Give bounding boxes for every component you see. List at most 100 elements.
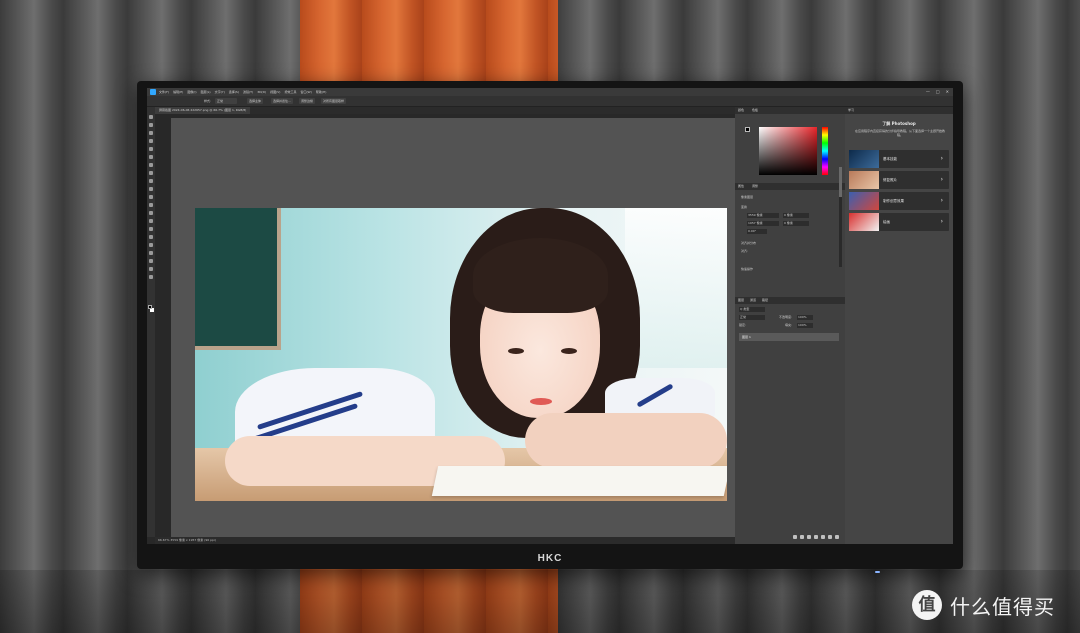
angle-field[interactable]: 0.00° bbox=[747, 229, 767, 234]
dodge-tool-icon[interactable] bbox=[149, 219, 153, 223]
options-bar: 样式: 正常 选择主体 选择并遮住... 调整边缘 对所有图层取样 bbox=[147, 96, 953, 107]
menu-edit[interactable]: 编辑(E) bbox=[173, 88, 183, 96]
refine-edge-button[interactable]: 调整边缘 bbox=[299, 98, 316, 104]
learn-card-creative-effects[interactable]: 制作创意效果 › bbox=[849, 192, 949, 210]
menu-image[interactable]: 图像(I) bbox=[187, 88, 196, 96]
adjustment-icon[interactable] bbox=[814, 535, 818, 539]
eraser-tool-icon[interactable] bbox=[149, 195, 153, 199]
brush-tool-icon[interactable] bbox=[149, 171, 153, 175]
window-light bbox=[625, 208, 727, 368]
menu-filter[interactable]: 滤镜(T) bbox=[243, 88, 253, 96]
color-panel-fg-swatch[interactable] bbox=[745, 127, 750, 132]
pen-tool-icon[interactable] bbox=[149, 227, 153, 231]
menu-select[interactable]: 选择(S) bbox=[229, 88, 239, 96]
tab-layers[interactable]: 图层 bbox=[735, 297, 747, 304]
learn-card-label: 基本技能 bbox=[883, 157, 897, 161]
learn-card-basics[interactable]: 基本技能 › bbox=[849, 150, 949, 168]
crop-tool-icon[interactable] bbox=[149, 147, 153, 151]
document-photo[interactable] bbox=[195, 208, 727, 501]
fill-label: 填充: bbox=[785, 323, 793, 327]
tab-swatches[interactable]: 色板 bbox=[749, 107, 761, 114]
monitor-screen: 文件(F) 编辑(E) 图像(I) 图层(L) 文字(Y) 选择(S) 滤镜(T… bbox=[147, 88, 953, 544]
maximize-icon[interactable]: □ bbox=[936, 88, 940, 96]
hand-tool-icon[interactable] bbox=[149, 259, 153, 263]
opacity-label: 不透明度: bbox=[779, 315, 793, 319]
menu-view[interactable]: 视图(V) bbox=[270, 88, 280, 96]
learn-card-thumbnail bbox=[849, 192, 879, 210]
learn-card-label: 绘画 bbox=[883, 220, 890, 224]
x-field[interactable]: 0 像素 bbox=[783, 213, 809, 218]
width-field[interactable]: 3559 像素 bbox=[747, 213, 779, 218]
learn-card-fix-photos[interactable]: 修复照片 › bbox=[849, 171, 949, 189]
color-picker-field[interactable] bbox=[759, 127, 817, 175]
layer-kind-filter[interactable]: Q 类型 bbox=[739, 307, 765, 312]
transform-label: 变换 bbox=[741, 205, 748, 209]
group-icon[interactable] bbox=[821, 535, 825, 539]
tab-paths[interactable]: 路径 bbox=[759, 297, 771, 304]
menu-help[interactable]: 帮助(H) bbox=[316, 88, 327, 96]
learn-card-label: 制作创意效果 bbox=[883, 199, 904, 203]
zoom-tool-icon[interactable] bbox=[149, 267, 153, 271]
learn-panel-header: 学习 bbox=[845, 107, 953, 114]
menu-3d[interactable]: 3D(D) bbox=[257, 88, 266, 96]
chevron-right-icon: › bbox=[940, 155, 943, 162]
fx-icon[interactable] bbox=[800, 535, 804, 539]
fill-field[interactable]: 100% bbox=[797, 323, 813, 328]
watermark: 值 什么值得买 bbox=[912, 590, 1055, 620]
style-label: 样式: bbox=[204, 99, 212, 103]
edit-toolbar-icon[interactable] bbox=[149, 275, 153, 279]
document-tab[interactable]: 屏幕截图 2024-06-06 222657.png @ 66.7% (图层 1… bbox=[155, 107, 251, 114]
layer-row[interactable]: 图层 1 bbox=[739, 333, 839, 341]
canvas-area[interactable] bbox=[155, 114, 735, 538]
hue-slider[interactable] bbox=[822, 127, 828, 175]
eyedropper-tool-icon[interactable] bbox=[149, 155, 153, 159]
right-eye bbox=[561, 348, 577, 354]
marquee-tool-icon[interactable] bbox=[149, 123, 153, 127]
path-selection-tool-icon[interactable] bbox=[149, 243, 153, 247]
tab-learn[interactable]: 学习 bbox=[845, 107, 857, 114]
opacity-field[interactable]: 100% bbox=[797, 315, 813, 320]
healing-brush-tool-icon[interactable] bbox=[149, 163, 153, 167]
clone-stamp-tool-icon[interactable] bbox=[149, 179, 153, 183]
tab-channels[interactable]: 通道 bbox=[747, 297, 759, 304]
trash-icon[interactable] bbox=[835, 535, 839, 539]
learn-panel: 学习 了解 Photoshop 在应用程序内直接获得的分步指导教程。从下面选择一… bbox=[845, 107, 953, 544]
blend-mode-dropdown[interactable]: 正常 bbox=[739, 315, 765, 320]
minimize-icon[interactable]: — bbox=[926, 88, 930, 96]
menu-window[interactable]: 窗口(W) bbox=[301, 88, 312, 96]
history-brush-tool-icon[interactable] bbox=[149, 187, 153, 191]
new-layer-icon[interactable] bbox=[828, 535, 832, 539]
tab-adjustments[interactable]: 调整 bbox=[749, 183, 761, 190]
layers-panel-footer bbox=[793, 535, 839, 539]
mask-icon[interactable] bbox=[807, 535, 811, 539]
learn-card-thumbnail bbox=[849, 213, 879, 231]
select-subject-button[interactable]: 选择主体 bbox=[247, 98, 264, 104]
menu-plugins[interactable]: 增效工具 bbox=[284, 88, 296, 96]
properties-scroll-thumb[interactable] bbox=[839, 167, 842, 197]
blur-tool-icon[interactable] bbox=[149, 211, 153, 215]
move-tool-icon[interactable] bbox=[149, 115, 153, 119]
y-field[interactable]: 0 像素 bbox=[783, 221, 809, 226]
gradient-tool-icon[interactable] bbox=[149, 203, 153, 207]
learn-card-painting[interactable]: 绘画 › bbox=[849, 213, 949, 231]
type-tool-icon[interactable] bbox=[149, 235, 153, 239]
quick-select-tool-icon[interactable] bbox=[149, 139, 153, 143]
watermark-logo-icon: 值 bbox=[912, 590, 942, 620]
link-icon[interactable] bbox=[793, 535, 797, 539]
watermark-text: 什么值得买 bbox=[950, 594, 1055, 619]
select-and-mask-button[interactable]: 选择并遮住... bbox=[271, 98, 293, 104]
menu-file[interactable]: 文件(F) bbox=[159, 88, 169, 96]
layer-properties-label: 像素图层 bbox=[741, 195, 754, 199]
properties-panel-header: 属性 调整 bbox=[735, 183, 845, 190]
menu-layer[interactable]: 图层(L) bbox=[201, 88, 211, 96]
tab-color[interactable]: 颜色 bbox=[735, 107, 747, 114]
tab-properties[interactable]: 属性 bbox=[735, 183, 747, 190]
height-field[interactable]: 1957 像素 bbox=[747, 221, 779, 226]
close-icon[interactable]: ✕ bbox=[946, 88, 949, 96]
sample-all-layers-checkbox[interactable]: 对所有图层取样 bbox=[321, 98, 347, 104]
lasso-tool-icon[interactable] bbox=[149, 131, 153, 135]
style-dropdown[interactable]: 正常 bbox=[215, 98, 237, 104]
menu-type[interactable]: 文字(Y) bbox=[215, 88, 225, 96]
rectangle-tool-icon[interactable] bbox=[149, 251, 153, 255]
foreground-color-swatch[interactable] bbox=[148, 305, 152, 309]
